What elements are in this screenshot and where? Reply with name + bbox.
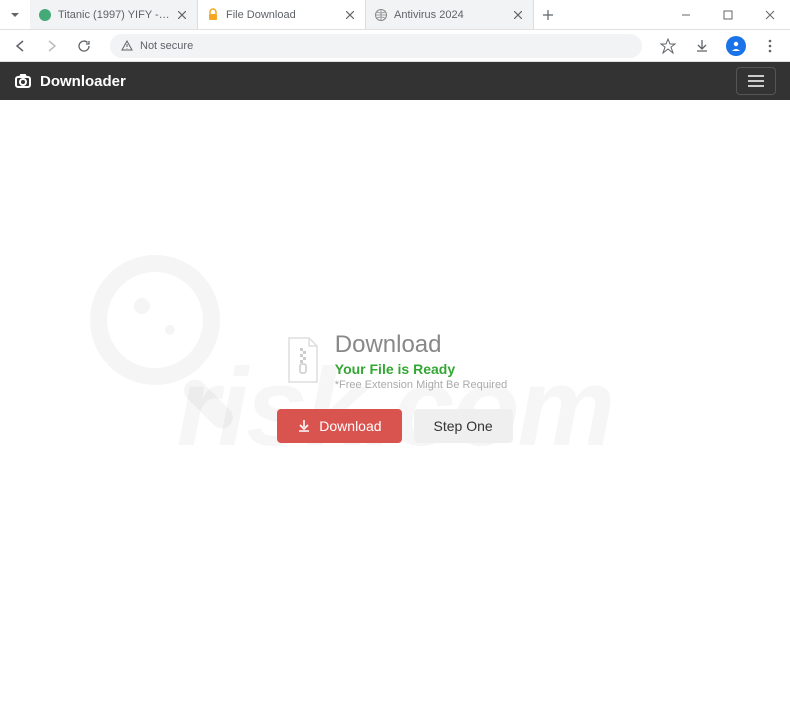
close-icon	[514, 11, 522, 19]
download-arrow-icon	[297, 419, 311, 433]
tab-titanic[interactable]: Titanic (1997) YIFY - Download	[30, 0, 198, 29]
tab-title: Titanic (1997) YIFY - Download	[58, 9, 171, 21]
brand-text: Downloader	[40, 73, 126, 90]
download-icon	[694, 38, 710, 54]
download-button[interactable]: Download	[277, 409, 401, 443]
camera-icon	[14, 72, 32, 90]
page-main: risk.com Download Your File is Ready	[0, 100, 790, 715]
favicon-globe-icon	[374, 8, 388, 22]
tab-close-button[interactable]	[343, 8, 357, 22]
download-text-block: Download Your File is Ready *Free Extens…	[335, 332, 507, 390]
forward-button[interactable]	[40, 34, 64, 58]
toolbar-right	[656, 34, 782, 58]
tab-search-dropdown[interactable]	[0, 0, 30, 29]
maximize-icon	[723, 10, 733, 20]
tab-title: Antivirus 2024	[394, 9, 507, 21]
download-ready-text: Your File is Ready	[335, 361, 507, 377]
download-panel: Download Your File is Ready *Free Extens…	[277, 332, 512, 442]
favicon-yify-icon	[38, 8, 52, 22]
tab-close-button[interactable]	[175, 8, 189, 22]
profile-button[interactable]	[724, 34, 748, 58]
address-label: Not secure	[140, 40, 193, 52]
tab-antivirus[interactable]: Antivirus 2024	[366, 0, 534, 29]
back-button[interactable]	[8, 34, 32, 58]
bookmark-button[interactable]	[656, 34, 680, 58]
tab-filedownload[interactable]: File Download	[198, 0, 366, 29]
maximize-button[interactable]	[714, 1, 742, 29]
magnifier-watermark-icon	[60, 240, 280, 460]
close-icon	[178, 11, 186, 19]
address-bar[interactable]: Not secure	[110, 34, 642, 58]
browser-toolbar: Not secure	[0, 30, 790, 62]
arrow-right-icon	[45, 39, 59, 53]
close-window-button[interactable]	[756, 1, 784, 29]
hamburger-icon	[747, 74, 765, 88]
page-menu-button[interactable]	[736, 67, 776, 95]
close-icon	[765, 10, 775, 20]
minimize-icon	[681, 10, 691, 20]
reload-icon	[77, 39, 91, 53]
new-tab-button[interactable]	[534, 0, 562, 29]
menu-button[interactable]	[758, 34, 782, 58]
button-row: Download Step One	[277, 409, 512, 443]
close-icon	[346, 11, 354, 19]
chevron-down-icon	[10, 10, 20, 20]
tab-title: File Download	[226, 9, 339, 21]
window-controls	[672, 1, 790, 29]
plus-icon	[542, 9, 554, 21]
download-note: *Free Extension Might Be Required	[335, 379, 507, 391]
page-header: Downloader	[0, 62, 790, 100]
download-title: Download	[335, 332, 507, 358]
step-one-button-label: Step One	[434, 418, 493, 434]
kebab-icon	[762, 38, 778, 54]
profile-avatar-icon	[726, 36, 746, 56]
download-info-row: Download Your File is Ready *Free Extens…	[277, 332, 512, 390]
arrow-left-icon	[13, 39, 27, 53]
download-button-label: Download	[319, 418, 381, 434]
downloads-button[interactable]	[690, 34, 714, 58]
reload-button[interactable]	[72, 34, 96, 58]
brand: Downloader	[14, 72, 126, 90]
file-zip-icon	[283, 336, 323, 386]
favicon-lock-icon	[206, 8, 220, 22]
step-one-button[interactable]: Step One	[414, 409, 513, 443]
titlebar: Titanic (1997) YIFY - Download File Down…	[0, 0, 790, 30]
tab-close-button[interactable]	[511, 8, 525, 22]
tab-strip: Titanic (1997) YIFY - Download File Down…	[0, 0, 562, 29]
star-icon	[660, 38, 676, 54]
not-secure-icon	[120, 39, 134, 53]
minimize-button[interactable]	[672, 1, 700, 29]
